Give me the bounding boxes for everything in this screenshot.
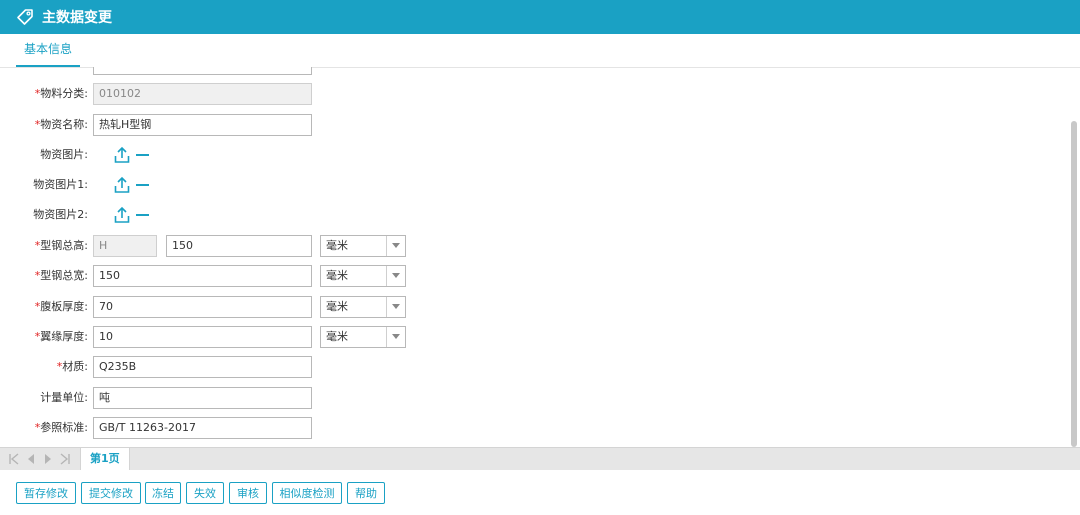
web-unit-select[interactable]: 毫米 bbox=[320, 296, 406, 318]
remove-icon[interactable] bbox=[136, 154, 149, 156]
audit-button[interactable]: 审核 bbox=[229, 482, 267, 504]
flange-unit-select[interactable]: 毫米 bbox=[320, 326, 406, 348]
image1-label: 物资图片1: bbox=[33, 178, 88, 191]
title-bar: 主数据变更 bbox=[0, 0, 1080, 34]
help-button[interactable]: 帮助 bbox=[347, 482, 385, 504]
width-label: 型钢总宽: bbox=[40, 269, 88, 282]
form-area: *物料分类: 010102 *物资名称: 热轧H型钢 物资图片: 物资图片1: … bbox=[0, 67, 1068, 447]
chevron-down-icon[interactable] bbox=[386, 327, 405, 347]
height-field[interactable]: 150 bbox=[166, 235, 312, 257]
standard-field[interactable]: GB/T 11263-2017 bbox=[93, 417, 312, 439]
remove-icon[interactable] bbox=[136, 214, 149, 216]
name-label: 物资名称: bbox=[40, 118, 88, 131]
remove-icon[interactable] bbox=[136, 184, 149, 186]
category-label: 物料分类: bbox=[40, 87, 88, 100]
image2-label: 物资图片2: bbox=[33, 208, 88, 221]
width-field[interactable]: 150 bbox=[93, 265, 312, 287]
uom-label: 计量单位: bbox=[40, 391, 88, 404]
invalidate-button[interactable]: 失效 bbox=[186, 482, 224, 504]
pager-bar: 第1页 bbox=[0, 447, 1080, 470]
height-label: 型钢总高: bbox=[40, 239, 88, 252]
web-label: 腹板厚度: bbox=[40, 300, 88, 313]
upload-icon[interactable] bbox=[114, 176, 130, 194]
material-label: 材质: bbox=[62, 360, 88, 373]
prev-page-icon[interactable] bbox=[26, 453, 36, 465]
width-unit-value: 毫米 bbox=[326, 269, 348, 282]
freeze-button[interactable]: 冻结 bbox=[145, 482, 181, 504]
height-unit-value: 毫米 bbox=[326, 239, 348, 252]
tag-icon bbox=[17, 9, 33, 25]
upload-icon[interactable] bbox=[114, 206, 130, 224]
width-unit-select[interactable]: 毫米 bbox=[320, 265, 406, 287]
flange-unit-value: 毫米 bbox=[326, 330, 348, 343]
row-name: *物资名称: 热轧H型钢 bbox=[0, 114, 330, 136]
height-prefix-field: H bbox=[93, 235, 157, 257]
vertical-scrollbar[interactable] bbox=[1071, 121, 1077, 447]
web-unit-value: 毫米 bbox=[326, 300, 348, 313]
similarity-check-button[interactable]: 相似度检测 bbox=[272, 482, 342, 504]
row-width: *型钢总宽: 150 毫米 bbox=[0, 265, 420, 287]
temp-save-button[interactable]: 暂存修改 bbox=[16, 482, 76, 504]
row-standard: *参照标准: GB/T 11263-2017 bbox=[0, 417, 330, 439]
first-page-icon[interactable] bbox=[9, 453, 19, 465]
row-image1: 物资图片1: bbox=[0, 174, 330, 196]
row-flange: *翼缘厚度: 10 毫米 bbox=[0, 326, 420, 348]
upload-icon[interactable] bbox=[114, 146, 130, 164]
height-unit-select[interactable]: 毫米 bbox=[320, 235, 406, 257]
row-material: *材质: Q235B bbox=[0, 356, 330, 378]
category-field: 010102 bbox=[93, 83, 312, 105]
chevron-down-icon[interactable] bbox=[386, 266, 405, 286]
row-image2: 物资图片2: bbox=[0, 204, 330, 226]
web-thickness-field[interactable]: 70 bbox=[93, 296, 312, 318]
name-field[interactable]: 热轧H型钢 bbox=[93, 114, 312, 136]
page-tab-1[interactable]: 第1页 bbox=[80, 448, 130, 470]
submit-button[interactable]: 提交修改 bbox=[81, 482, 141, 504]
chevron-down-icon[interactable] bbox=[386, 236, 405, 256]
image-label: 物资图片: bbox=[40, 148, 88, 161]
scrolled-field[interactable] bbox=[93, 67, 312, 75]
flange-label: 翼缘厚度: bbox=[40, 330, 88, 343]
uom-field[interactable]: 吨 bbox=[93, 387, 312, 409]
row-category: *物料分类: 010102 bbox=[0, 83, 330, 105]
next-page-icon[interactable] bbox=[43, 453, 53, 465]
tab-basic-info[interactable]: 基本信息 bbox=[16, 34, 81, 67]
row-web: *腹板厚度: 70 毫米 bbox=[0, 296, 420, 318]
chevron-down-icon[interactable] bbox=[386, 297, 405, 317]
row-image: 物资图片: bbox=[0, 144, 330, 166]
page-title: 主数据变更 bbox=[42, 10, 112, 26]
last-page-icon[interactable] bbox=[60, 453, 70, 465]
row-height: *型钢总高: H 150 毫米 bbox=[0, 235, 420, 257]
tab-bar: 基本信息 bbox=[0, 34, 1080, 68]
flange-thickness-field[interactable]: 10 bbox=[93, 326, 312, 348]
material-field[interactable]: Q235B bbox=[93, 356, 312, 378]
row-uom: 计量单位: 吨 bbox=[0, 387, 330, 409]
standard-label: 参照标准: bbox=[40, 421, 88, 434]
